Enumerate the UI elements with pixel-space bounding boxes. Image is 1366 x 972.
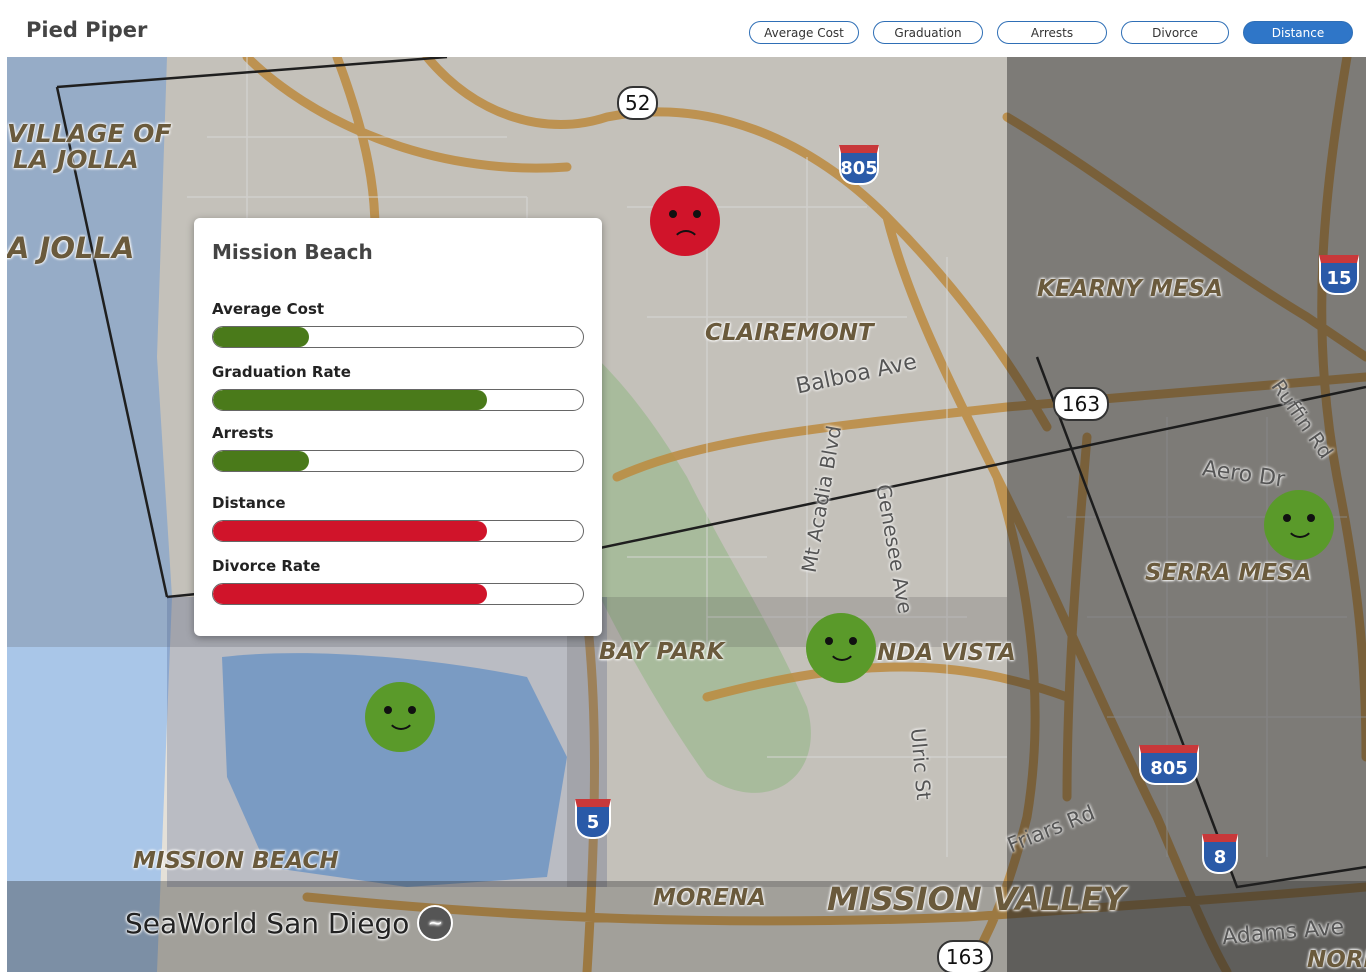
place-label: NDA VISTA bbox=[877, 640, 1016, 666]
eye-icon bbox=[1283, 514, 1291, 522]
filter-average-cost-button[interactable]: Average Cost bbox=[749, 21, 859, 44]
metric-label: Divorce Rate bbox=[212, 557, 321, 575]
happy-face-marker[interactable] bbox=[1264, 490, 1334, 560]
metric-bar-fill bbox=[213, 521, 487, 541]
metric-label: Arrests bbox=[212, 424, 274, 442]
eye-icon bbox=[849, 637, 857, 645]
landmark-label: SeaWorld San Diego bbox=[125, 906, 410, 940]
panel-title: Mission Beach bbox=[212, 240, 373, 264]
metric-graduation-rate: Graduation Rate bbox=[212, 363, 584, 411]
state-route-shield: 163 bbox=[937, 940, 993, 972]
sad-face-marker[interactable] bbox=[650, 186, 720, 256]
eye-icon bbox=[825, 637, 833, 645]
interstate-shield: 15 bbox=[1319, 255, 1359, 295]
metric-bar-track bbox=[212, 520, 584, 542]
metric-distance: Distance bbox=[212, 494, 584, 542]
happy-face-marker[interactable] bbox=[806, 613, 876, 683]
metric-label: Average Cost bbox=[212, 300, 325, 318]
metric-arrests: Arrests bbox=[212, 424, 584, 472]
place-label: VILLAGE OF bbox=[7, 119, 172, 148]
metric-bar-fill bbox=[213, 451, 310, 471]
metric-bar-fill bbox=[213, 584, 487, 604]
metric-bar-track bbox=[212, 583, 584, 605]
landmark-seaworld[interactable]: SeaWorld San Diego ~ bbox=[125, 905, 454, 941]
metric-bar-track bbox=[212, 326, 584, 348]
eye-icon bbox=[408, 706, 416, 714]
frown-icon bbox=[672, 230, 700, 244]
filter-distance-button[interactable]: Distance bbox=[1243, 21, 1353, 44]
place-label: MISSION VALLEY bbox=[827, 880, 1126, 918]
neighborhood-panel: Mission Beach Average Cost Graduation Ra… bbox=[194, 218, 602, 636]
dolphin-icon: ~ bbox=[417, 905, 454, 941]
metric-bar-track bbox=[212, 450, 584, 472]
filter-arrests-button[interactable]: Arrests bbox=[997, 21, 1107, 44]
interstate-shield: 805 bbox=[1139, 745, 1199, 785]
place-label: MORENA bbox=[653, 885, 766, 911]
place-label: LA JOLLA bbox=[13, 145, 139, 174]
place-label: CLAIREMONT bbox=[705, 320, 874, 346]
state-route-shield: 163 bbox=[1053, 387, 1109, 421]
place-label: SERRA MESA bbox=[1145, 560, 1312, 586]
place-label: KEARNY MESA bbox=[1037, 276, 1223, 302]
interstate-shield: 8 bbox=[1202, 834, 1238, 874]
filter-bar: Average Cost Graduation Arrests Divorce … bbox=[749, 21, 1353, 44]
metric-label: Distance bbox=[212, 494, 286, 512]
place-label: BAY PARK bbox=[599, 639, 725, 665]
place-label: A JOLLA bbox=[7, 231, 135, 265]
eye-icon bbox=[1307, 514, 1315, 522]
state-route-shield: 52 bbox=[617, 86, 659, 120]
eye-icon bbox=[669, 210, 677, 218]
app-title: Pied Piper bbox=[26, 18, 148, 42]
eye-icon bbox=[384, 706, 392, 714]
eye-icon bbox=[693, 210, 701, 218]
happy-face-marker[interactable] bbox=[365, 682, 435, 752]
metric-bar-fill bbox=[213, 390, 487, 410]
filter-divorce-button[interactable]: Divorce bbox=[1121, 21, 1229, 44]
metric-divorce-rate: Divorce Rate bbox=[212, 557, 584, 605]
interstate-shield: 5 bbox=[575, 799, 611, 839]
interstate-shield: 805 bbox=[839, 145, 879, 185]
metric-average-cost: Average Cost bbox=[212, 300, 584, 348]
top-bar: Pied Piper Average Cost Graduation Arres… bbox=[0, 0, 1366, 57]
filter-graduation-button[interactable]: Graduation bbox=[873, 21, 983, 44]
metric-bar-fill bbox=[213, 327, 310, 347]
smile-icon bbox=[828, 647, 856, 661]
metric-label: Graduation Rate bbox=[212, 363, 351, 381]
place-label: NORM bbox=[1307, 947, 1366, 972]
smile-icon bbox=[1286, 524, 1314, 538]
place-label: MISSION BEACH bbox=[133, 848, 339, 874]
smile-icon bbox=[387, 716, 415, 730]
metric-bar-track bbox=[212, 389, 584, 411]
